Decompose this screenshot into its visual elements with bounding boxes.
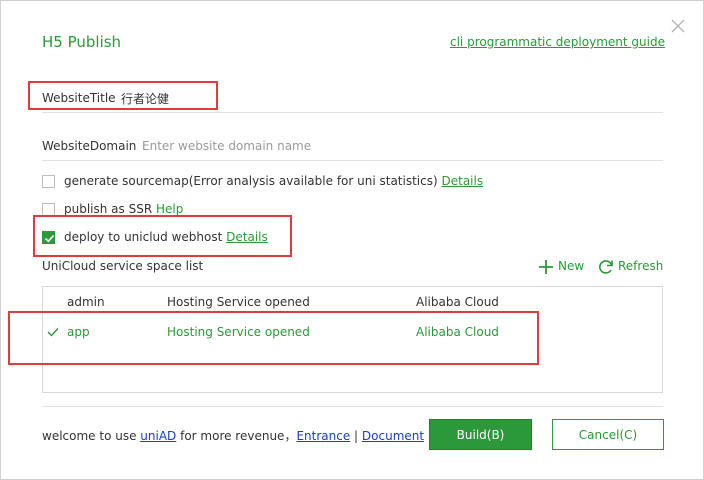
webhost-details-link[interactable]: Details [226,230,268,244]
sourcemap-label: generate sourcemap(Error analysis availa… [64,174,438,188]
website-title-label: WebsiteTitle [42,91,116,105]
check-icon [47,328,59,337]
space-name: admin [67,295,105,309]
space-row-admin[interactable]: admin Hosting Service opened Alibaba Clo… [43,291,662,315]
refresh-label: Refresh [618,259,664,273]
dialog-title: H5 Publish [42,33,122,51]
check-icon [44,234,55,243]
new-label: New [558,259,585,273]
document-link[interactable]: Document [362,429,424,443]
webhost-checkbox[interactable] [42,231,55,244]
space-provider: Alibaba Cloud [416,325,499,339]
website-domain-input[interactable] [142,137,642,155]
space-status: Hosting Service opened [167,325,310,339]
ssr-checkbox[interactable] [42,203,55,216]
website-title-row: WebsiteTitle [42,87,663,113]
webhost-label: deploy to uniclud webhost [64,230,223,244]
space-row-app[interactable]: app Hosting Service opened Alibaba Cloud [43,321,662,345]
footer-divider [42,406,663,407]
build-button[interactable]: Build(B) [429,419,532,450]
space-status: Hosting Service opened [167,295,310,309]
new-space-button[interactable]: New [537,258,587,276]
sourcemap-checkbox[interactable] [42,175,55,188]
refresh-icon [599,260,613,274]
link-separator: | [354,429,359,443]
plus-icon [539,260,553,274]
uniad-link[interactable]: uniAD [140,429,176,443]
website-domain-label: WebsiteDomain [42,139,137,153]
sourcemap-details-link[interactable]: Details [442,174,484,188]
cancel-button[interactable]: Cancel(C) [552,419,664,450]
promo-text: welcome to use [42,429,141,443]
website-title-input[interactable] [121,89,641,107]
ssr-help-link[interactable]: Help [156,202,183,216]
space-provider: Alibaba Cloud [416,295,499,309]
website-domain-row: WebsiteDomain [42,135,663,161]
ssr-label: publish as SSR [64,202,153,216]
close-icon[interactable] [669,17,687,35]
space-name: app [67,325,90,339]
entrance-link[interactable]: Entrance [296,429,350,443]
space-list[interactable]: admin Hosting Service opened Alibaba Clo… [42,286,663,393]
promo-text-mid: for more revenue， [176,429,297,443]
footer-promo: welcome to use uniAD for more revenue，En… [42,427,424,444]
refresh-button[interactable]: Refresh [597,258,665,276]
cli-guide-link[interactable]: cli programmatic deployment guide [450,35,665,49]
h5-publish-dialog: H5 Publish cli programmatic deployment g… [0,0,704,480]
space-list-label: UniCloud service space list [42,259,204,273]
